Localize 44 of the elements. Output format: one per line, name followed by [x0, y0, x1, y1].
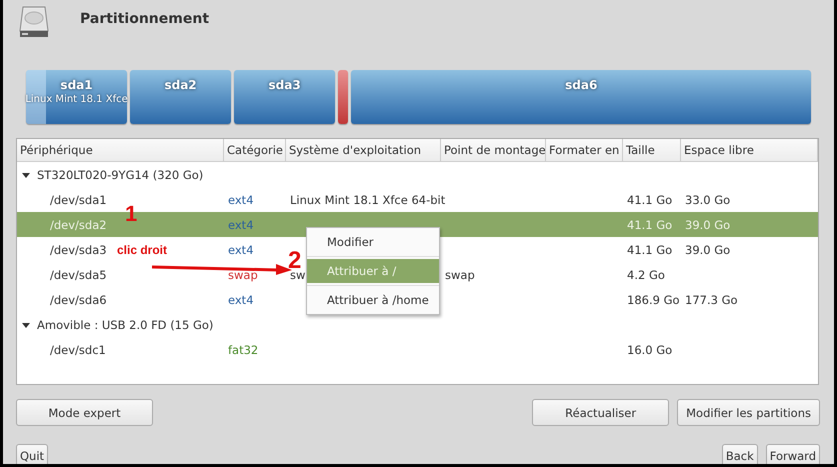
category-cell: fat32	[228, 342, 258, 356]
category-cell: ext4	[228, 192, 254, 206]
device-cell[interactable]: /dev/sda1	[50, 192, 107, 206]
column-header[interactable]: Espace libre	[681, 139, 818, 161]
mount-point-cell: swap	[445, 268, 475, 282]
free-space-cell: 177.3 Go	[685, 292, 738, 306]
menu-item[interactable]: Modifier	[307, 230, 439, 254]
action-button[interactable]: Réactualiser	[532, 399, 670, 426]
hard-drive-icon	[18, 5, 50, 39]
nav-button[interactable]: Back	[722, 444, 758, 464]
nav-button[interactable]: Quit	[16, 444, 48, 464]
menu-item[interactable]: Attribuer à /home	[307, 288, 439, 312]
device-cell[interactable]: /dev/sda5	[50, 268, 107, 282]
column-header[interactable]: Point de montage	[441, 139, 546, 161]
free-space-cell: 39.0 Go	[685, 218, 730, 232]
column-header[interactable]: Système d'exploitation	[286, 139, 441, 161]
category-cell: ext4	[228, 292, 254, 306]
category-cell: swap	[228, 268, 258, 282]
category-cell: ext4	[228, 242, 254, 256]
action-button[interactable]: Mode expert	[16, 399, 153, 426]
size-cell: 186.9 Go	[627, 292, 680, 306]
free-space-cell: 33.0 Go	[685, 192, 730, 206]
nav-button[interactable]: Forward	[766, 444, 820, 464]
size-cell: 41.1 Go	[627, 242, 672, 256]
size-cell: 16.0 Go	[627, 342, 672, 356]
device-cell[interactable]: /dev/sdc1	[50, 342, 106, 356]
size-cell: 4.2 Go	[627, 268, 665, 282]
free-space-cell: 39.0 Go	[685, 242, 730, 256]
column-header[interactable]: Taille	[623, 139, 681, 161]
column-header[interactable]: Formater en	[546, 139, 623, 161]
device-cell[interactable]: /dev/sda6	[50, 292, 107, 306]
action-button[interactable]: Modifier les partitions	[677, 399, 820, 426]
disk-name: ST320LT020-9YG14 (320 Go)	[37, 168, 204, 182]
window-title: Partitionnement	[80, 11, 210, 29]
column-header[interactable]: Périphérique	[17, 139, 224, 161]
column-header[interactable]: Catégorie	[224, 139, 286, 161]
disk-name: Amovible : USB 2.0 FD (15 Go)	[37, 318, 214, 332]
swap-segment[interactable]	[338, 70, 348, 124]
os-cell: Linux Mint 18.1 Xfce 64-bit	[290, 192, 446, 206]
annotation-text: clic droit	[117, 243, 168, 257]
device-cell[interactable]: /dev/sda3	[50, 242, 107, 256]
category-cell: ext4	[228, 218, 254, 232]
size-cell: 41.1 Go	[627, 192, 672, 206]
size-cell: 41.1 Go	[627, 218, 672, 232]
